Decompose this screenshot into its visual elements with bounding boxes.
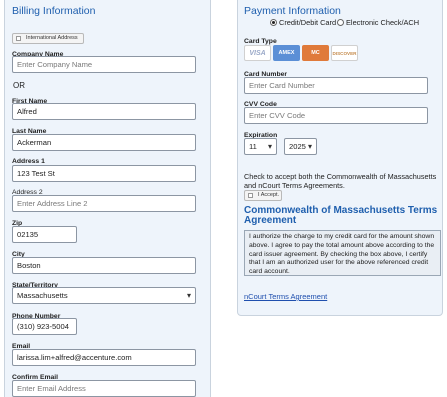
exp-year-select[interactable]: 2025: [284, 138, 317, 155]
accept-terms-checkbox[interactable]: I Accept.: [244, 190, 282, 201]
billing-panel: Billing Information International Addres…: [4, 0, 211, 397]
billing-title: Billing Information: [12, 5, 96, 17]
payment-panel: Payment Information Credit/Debit Card El…: [237, 0, 443, 316]
address2-input[interactable]: Enter Address Line 2: [12, 195, 196, 212]
cvv-input[interactable]: Enter CVV Code: [244, 107, 428, 124]
mastercard-card-icon[interactable]: MC: [302, 45, 329, 61]
email-input[interactable]: larissa.lim+alfred@accenture.com: [12, 349, 196, 366]
international-address-label: International Address: [26, 35, 78, 41]
card-option-label: Credit/Debit Card: [279, 18, 337, 27]
accept-instructions: Check to accept both the Commonwealth of…: [244, 172, 437, 190]
accept-button-label: I Accept.: [258, 192, 280, 198]
discover-card-icon[interactable]: DISCOVER: [331, 45, 358, 61]
terms-body: I authorize the charge to my credit card…: [244, 230, 441, 276]
phone-input[interactable]: (310) 923-5004: [12, 318, 77, 335]
ach-option-label: Electronic Check/ACH: [346, 18, 420, 27]
card-number-input[interactable]: Enter Card Number: [244, 77, 428, 94]
payment-title: Payment Information: [244, 5, 341, 17]
confirm-email-input[interactable]: Enter Email Address: [12, 380, 196, 397]
visa-card-icon[interactable]: VISA: [244, 45, 271, 61]
state-select[interactable]: Massachusetts: [12, 287, 196, 304]
card-type-label: Card Type: [244, 38, 277, 45]
first-name-input[interactable]: Alfred: [12, 103, 196, 120]
ach-radio[interactable]: [337, 19, 344, 26]
city-input[interactable]: Boston: [12, 257, 196, 274]
company-input[interactable]: Enter Company Name: [12, 56, 196, 73]
exp-month-select[interactable]: 11: [244, 138, 277, 155]
zip-input[interactable]: 02135: [12, 226, 77, 243]
card-radio[interactable]: [270, 19, 277, 26]
ncourt-terms-link[interactable]: nCourt Terms Agreement: [244, 292, 327, 301]
last-name-input[interactable]: Ackerman: [12, 134, 196, 151]
checkbox-box[interactable]: [16, 36, 21, 41]
address1-input[interactable]: 123 Test St: [12, 165, 196, 182]
accept-checkbox-box[interactable]: [248, 193, 253, 198]
international-address-checkbox[interactable]: International Address: [12, 33, 84, 44]
amex-card-icon[interactable]: AMEX: [273, 45, 300, 61]
or-text: OR: [13, 81, 25, 90]
address1-label: Address 1: [12, 158, 45, 165]
terms-title: Commonwealth of Massachusetts Terms Agre…: [244, 205, 438, 226]
